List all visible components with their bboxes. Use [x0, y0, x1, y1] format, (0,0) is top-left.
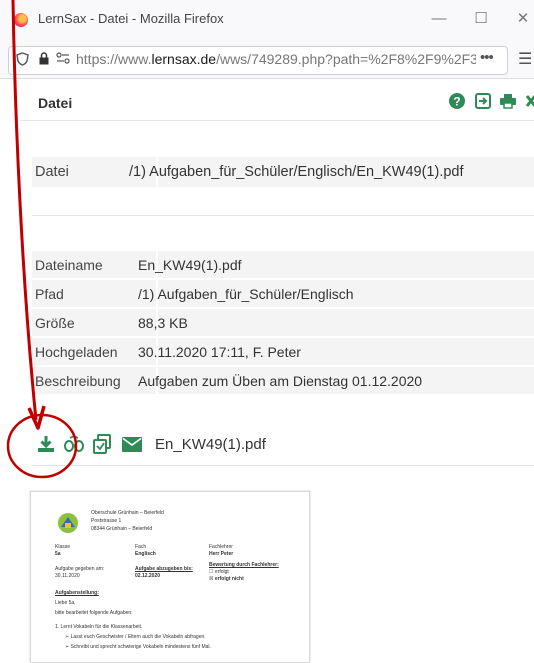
lock-icon[interactable] [38, 52, 50, 65]
menu-button[interactable]: ☰ [518, 49, 532, 69]
greeting: Liebe 5a, [55, 600, 76, 606]
val-klasse: 5a [55, 551, 61, 557]
file-name-link[interactable]: En_KW49(1).pdf [155, 436, 266, 453]
eval-label: Bewertung durch Fachlehrer: [209, 562, 279, 568]
details-row-description: Beschreibung Aufgaben zum Üben am Dienst… [32, 367, 534, 396]
maximize-button[interactable]: ☐ [466, 6, 496, 32]
open-in-window-icon[interactable] [474, 92, 492, 110]
annotation-arrow-head [27, 405, 46, 430]
url-text[interactable]: https://www.lernsax.de/wws/749289.php?pa… [76, 51, 476, 67]
path-row: Datei /1) Aufgaben_für_Schüler/Englisch/… [32, 157, 534, 189]
details-value: Aufgaben zum Üben am Dienstag 01.12.2020 [138, 373, 423, 389]
permissions-icon[interactable] [56, 52, 70, 64]
navigation-bar: https://www.lernsax.de/wws/749289.php?pa… [0, 40, 534, 79]
details-label: Größe [35, 315, 75, 331]
school-logo-icon [58, 513, 78, 533]
details-label: Beschreibung [35, 373, 121, 389]
close-button[interactable]: ✕ [508, 6, 534, 32]
details-label: Dateiname [35, 257, 103, 273]
details-value: 30.11.2020 17:11, F. Peter [138, 344, 301, 360]
task-heading: Aufgabenstellung: [55, 590, 99, 596]
link-icon[interactable] [63, 435, 85, 453]
divider [32, 465, 534, 466]
task-bullet-1: ➢ Lasst euch Geschwister / Eltern auch d… [65, 634, 206, 640]
val-fach: Englisch [135, 551, 156, 557]
task-bullet-2: ➢ Schreibt und sprecht schwierige Vokabe… [65, 644, 211, 650]
eval-option-1: ☐ erfolgt [209, 569, 229, 575]
divider [32, 215, 534, 216]
details-value: /1) Aufgaben_für_Schüler/Englisch [138, 286, 354, 302]
details-value: En_KW49(1).pdf [138, 257, 242, 273]
page-title: Datei [38, 95, 73, 111]
download-icon[interactable] [37, 435, 55, 453]
task-1: 1. Lernt Vokabeln für die Klassenarbeit. [55, 624, 143, 630]
document-preview[interactable]: Oberschule Grünhain – Beierfeld Poststra… [30, 491, 310, 663]
val-fachlehrer: Herr Peter [209, 551, 234, 557]
given-date: 30.11.2020 [55, 573, 80, 579]
school-city: 08344 Grünhain – Beierfeld [91, 526, 153, 532]
details-value: 88,3 KB [138, 315, 188, 331]
due-date: 02.12.2020 [135, 573, 161, 579]
path-label: Datei [35, 164, 69, 180]
close-dialog-icon[interactable] [522, 92, 534, 110]
details-row-size: Größe 88,3 KB [32, 309, 534, 338]
eval-option-2: ☒ erfolgt nicht [209, 576, 244, 582]
minimize-button[interactable]: — [424, 6, 454, 32]
copy-icon[interactable] [93, 434, 111, 454]
firefox-logo-icon [14, 13, 28, 27]
details-row-uploaded: Hochgeladen 30.11.2020 17:11, F. Peter [32, 338, 534, 367]
details-row-path: Pfad /1) Aufgaben_für_Schüler/Englisch [32, 280, 534, 309]
given-label: Aufgabe gegeben am: [55, 566, 105, 572]
due-label: Aufgabe abzugeben bis: [135, 566, 193, 572]
col-fach: Fach [135, 544, 147, 550]
school-name: Oberschule Grünhain – Beierfeld [91, 510, 164, 516]
mail-icon[interactable] [122, 437, 142, 452]
svg-text:?: ? [453, 95, 460, 109]
print-icon[interactable] [499, 92, 517, 110]
intro: bitte bearbeitet folgende Aufgaben: [55, 610, 133, 616]
window-title: LernSax - Datei - Mozilla Firefox [38, 11, 224, 26]
col-klasse: Klasse [55, 544, 71, 550]
shield-icon[interactable] [16, 52, 29, 66]
window-titlebar: LernSax - Datei - Mozilla Firefox — ☐ ✕ [0, 0, 534, 40]
details-label: Hochgeladen [35, 344, 118, 360]
details-row-filename: Dateiname En_KW49(1).pdf [32, 251, 534, 280]
col-fachlehrer: Fachlehrer [209, 544, 233, 550]
details-label: Pfad [35, 286, 64, 302]
school-street: Poststrasse 1 [91, 518, 122, 524]
help-icon[interactable]: ? [448, 92, 466, 110]
path-value: /1) Aufgaben_für_Schüler/Englisch/En_KW4… [129, 164, 464, 180]
page-actions-button[interactable]: ••• [480, 49, 494, 66]
